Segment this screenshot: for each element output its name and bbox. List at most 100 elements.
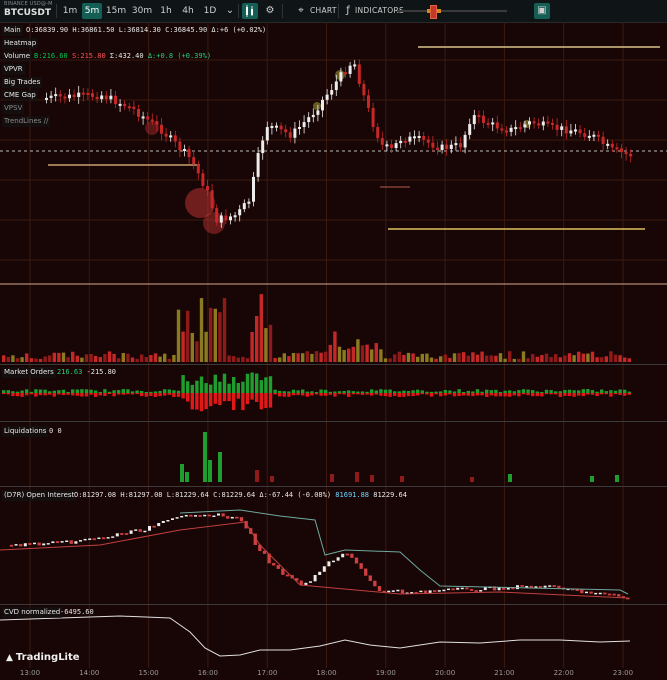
market-orders-readout: 216.63 -215.80	[57, 368, 116, 377]
market-order-sell-bar	[581, 393, 585, 397]
time-axis[interactable]: 13:00 14:00 15:00 16:00 17:00 18:00 19:00 20:00…	[0, 668, 667, 680]
market-order-buy-bar	[232, 376, 236, 393]
market-order-buy-bar	[609, 390, 613, 393]
candle-body	[58, 94, 62, 97]
market-order-buy-bar	[540, 391, 544, 393]
overlay-cme-gap[interactable]: CME Gap	[2, 90, 38, 101]
oi-candle	[161, 520, 165, 524]
market-order-sell-bar	[406, 393, 411, 397]
oi-candle	[33, 542, 36, 545]
volume-bar	[264, 328, 268, 362]
overlay-trendlines[interactable]: TrendLines //	[2, 116, 51, 127]
market-order-sell-bar	[98, 393, 102, 396]
market-order-buy-bar	[360, 391, 365, 393]
market-order-buy-bar	[190, 384, 194, 393]
volume-bar	[84, 354, 89, 362]
volume-bar	[172, 354, 176, 362]
oi-candle	[212, 515, 216, 518]
volume-readout: B:216.60 S:215.80 Σ:432.40 Δ:+0.8 (+0.39…	[34, 52, 211, 61]
panel-divider[interactable]	[0, 486, 667, 487]
market-order-sell-bar	[89, 393, 93, 395]
candle-body	[560, 126, 564, 130]
oi-candle	[65, 540, 69, 542]
candle-body	[86, 92, 90, 95]
market-order-buy-bar	[388, 389, 392, 393]
market-order-buy-bar	[15, 391, 20, 393]
oi-candle	[152, 525, 156, 528]
market-order-sell-bar	[347, 393, 351, 397]
oi-candle	[538, 586, 543, 588]
market-order-sell-bar	[126, 393, 130, 395]
market-order-buy-bar	[370, 389, 374, 393]
panel-divider[interactable]	[0, 421, 667, 422]
market-order-buy-bar	[259, 380, 263, 393]
volume-bar	[613, 354, 618, 362]
market-order-buy-bar	[439, 391, 443, 393]
market-order-sell-bar	[485, 393, 489, 397]
liquidation-bar	[330, 474, 334, 482]
candle-body	[574, 129, 577, 132]
market-order-buy-bar	[572, 390, 576, 393]
panel-divider[interactable]	[0, 364, 667, 365]
panel-divider[interactable]	[0, 604, 667, 605]
oi-candle	[203, 514, 207, 517]
market-order-buy-bar	[328, 391, 332, 393]
oi-candle	[37, 542, 41, 546]
oi-candle	[332, 560, 335, 563]
overlay-heatmap[interactable]: Heatmap	[2, 38, 39, 49]
market-order-sell-bar	[296, 393, 300, 396]
liquidation-bar	[508, 474, 512, 482]
liquidation-bar	[218, 452, 222, 482]
volume-bar	[544, 353, 549, 362]
volume-label[interactable]: Volume	[2, 51, 33, 62]
market-order-sell-bar	[107, 393, 112, 395]
liquidations-title[interactable]: Liquidations	[2, 426, 49, 437]
market-order-sell-bar	[613, 393, 618, 395]
candle-body	[482, 115, 485, 123]
market-order-sell-bar	[241, 393, 245, 411]
open-interest-title[interactable]: (D7R) Open Interest	[2, 490, 77, 501]
liquidation-bar	[180, 464, 184, 482]
market-order-buy-bar	[577, 390, 581, 393]
oi-candle	[134, 529, 138, 531]
overlay-vpvr[interactable]: VPVR	[2, 64, 25, 75]
candle-body	[385, 144, 389, 147]
market-order-buy-bar	[153, 391, 158, 393]
main-ohlc-readout: O:36839.90 H:36861.50 L:36814.30 C:36845…	[26, 26, 267, 34]
market-order-buy-bar	[273, 389, 277, 393]
oi-candle	[276, 565, 280, 569]
oi-candle	[373, 580, 377, 587]
volume-bar	[153, 353, 158, 362]
main-panel-title[interactable]: Main	[2, 25, 23, 36]
market-order-sell-bar	[604, 393, 608, 395]
candle-body	[169, 135, 173, 138]
market-order-sell-bar	[595, 393, 599, 397]
candle-body	[127, 106, 131, 109]
volume-bar	[80, 357, 84, 362]
chart-canvas[interactable]	[0, 0, 667, 668]
market-order-sell-bar	[213, 393, 217, 404]
cvd-title[interactable]: CVD normalized	[2, 607, 63, 618]
market-order-buy-bar	[448, 390, 452, 393]
market-order-sell-bar	[273, 393, 277, 395]
market-order-sell-bar	[365, 393, 369, 395]
market-order-sell-bar	[310, 393, 314, 396]
market-order-buy-bar	[416, 389, 420, 393]
overlay-big-trades[interactable]: Big Trades	[2, 77, 43, 88]
market-order-buy-bar	[213, 374, 217, 393]
volume-bar	[195, 341, 199, 362]
overlay-vpsv[interactable]: VPSV	[2, 103, 25, 114]
volume-bar	[130, 357, 135, 362]
volume-bar	[439, 356, 443, 362]
logo-icon: ▲	[6, 653, 13, 663]
liquidation-bar	[270, 476, 274, 482]
volume-bar	[452, 353, 457, 362]
volume-bar	[567, 353, 572, 362]
market-order-buy-bar	[149, 391, 153, 393]
oi-candle	[543, 585, 547, 588]
volume-bar	[374, 343, 378, 362]
market-orders-title[interactable]: Market Orders	[2, 367, 56, 378]
volume-bar	[489, 355, 493, 362]
volume-bar	[383, 358, 388, 362]
candle-body	[141, 116, 145, 119]
